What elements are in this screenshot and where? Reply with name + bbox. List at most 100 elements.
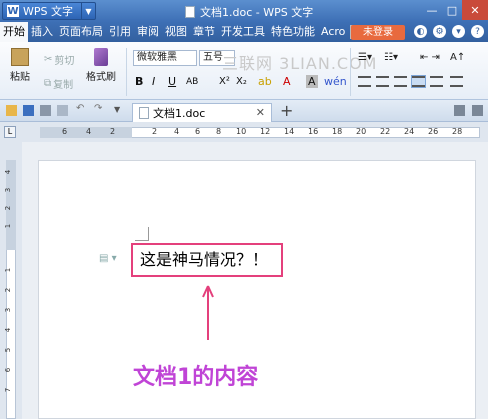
window-restore-icon[interactable]	[454, 105, 465, 116]
menu-view[interactable]: 视图	[162, 22, 190, 42]
superscript-icon[interactable]: X²	[219, 76, 230, 87]
ruler-tick: 10	[236, 127, 247, 136]
menu-review[interactable]: 审阅	[134, 22, 162, 42]
paste-button[interactable]: 粘贴	[10, 48, 30, 83]
vruler-tick: 2	[4, 205, 13, 211]
ruler-tick: 2	[110, 127, 116, 136]
align-left-icon[interactable]	[358, 76, 371, 87]
app-menu-button[interactable]: W WPS 文字 ▼	[2, 2, 96, 20]
help-icon[interactable]: ?	[471, 25, 484, 38]
tab-stop-icon[interactable]: L	[4, 126, 16, 138]
menu-home[interactable]: 开始	[0, 22, 28, 42]
scissors-icon: ✂	[44, 54, 53, 65]
shirt-icon[interactable]: ▾	[452, 25, 465, 38]
tab-document[interactable]: 文档1.doc ✕	[132, 103, 272, 122]
line-spacing-icon[interactable]	[450, 76, 463, 87]
maximize-icon[interactable]: □	[442, 0, 462, 20]
ruler-tick: 12	[260, 127, 271, 136]
vruler-tick: 3	[4, 307, 13, 313]
paragraph-handle-icon[interactable]: ▤ ▾	[99, 253, 117, 264]
menu-developer[interactable]: 开发工具	[218, 22, 268, 42]
annotation-label: 文档1的内容	[133, 365, 259, 390]
highlight-color-icon[interactable]: ab	[258, 75, 272, 88]
menu-bar: 开始 插入 页面布局 引用 审阅 视图 章节 开发工具 特色功能 Acro › …	[0, 22, 488, 42]
vruler-tick: 7	[4, 387, 13, 393]
format-painter-button[interactable]: 格式刷	[86, 48, 116, 83]
settings-icon[interactable]: ⚙	[433, 25, 446, 38]
numbering-icon[interactable]: ☷▾	[384, 52, 398, 63]
underline-icon[interactable]: U	[168, 75, 176, 88]
ruler-tick: 26	[428, 127, 439, 136]
phonetic-guide-icon[interactable]: wén	[324, 75, 347, 88]
chevron-down-icon[interactable]: ▼	[81, 3, 95, 19]
document-page[interactable]: ▤ ▾ 这是神马情况？！ 文档1的内容	[38, 160, 476, 419]
menu-chapter[interactable]: 章节	[190, 22, 218, 42]
ruler-tick: 28	[452, 127, 463, 136]
indent-icon[interactable]: ⇤ ⇥	[420, 52, 440, 63]
cut-label: 剪切	[54, 56, 75, 67]
redo-icon[interactable]: ↷	[94, 103, 105, 114]
strikethrough-icon[interactable]: AB	[186, 77, 198, 87]
window-controls: — □ ✕	[422, 0, 488, 20]
ribbon-separator	[126, 48, 127, 96]
document-icon	[139, 107, 149, 119]
new-tab-icon[interactable]: +	[280, 101, 293, 120]
vruler-tick: 1	[4, 223, 13, 229]
copy-icon: ⧉	[44, 78, 52, 89]
skin-icon[interactable]: ◐	[414, 25, 427, 38]
login-button[interactable]: 未登录	[351, 25, 405, 40]
wps-logo-icon: W	[7, 5, 19, 17]
window-close-doc-icon[interactable]	[472, 105, 483, 116]
char-shading-icon[interactable]: A	[306, 75, 318, 88]
close-tab-icon[interactable]: ✕	[256, 106, 265, 119]
document-text[interactable]: 这是神马情况？！	[131, 243, 283, 277]
vruler-tick: 2	[4, 287, 13, 293]
clipboard-icon	[11, 48, 29, 66]
ruler-tick: 18	[332, 127, 343, 136]
ruler-tick: 2	[152, 127, 158, 136]
ruler-tick: 24	[404, 127, 415, 136]
save-icon[interactable]	[23, 105, 34, 116]
menu-insert[interactable]: 插入	[28, 22, 56, 42]
font-color-icon[interactable]: A	[283, 75, 291, 88]
ruler-tick: 22	[380, 127, 391, 136]
menu-features[interactable]: 特色功能	[268, 22, 318, 42]
ruler-tick: 4	[174, 127, 180, 136]
subscript-icon[interactable]: X₂	[236, 76, 247, 87]
bold-icon[interactable]: B	[135, 75, 143, 88]
open-folder-icon[interactable]	[6, 105, 17, 116]
vruler-tick: 4	[4, 169, 13, 175]
align-right-icon[interactable]	[394, 76, 407, 87]
undo-icon[interactable]: ↶	[76, 103, 87, 114]
menu-acrobat[interactable]: Acro	[318, 22, 348, 42]
menu-icons: ◐ ⚙ ▾ ?	[414, 25, 484, 38]
cut-button[interactable]: ✂ 剪切	[44, 52, 74, 67]
ruler-tick: 14	[284, 127, 295, 136]
ribbon-separator	[350, 48, 351, 96]
menu-references[interactable]: 引用	[106, 22, 134, 42]
paste-label: 粘贴	[10, 72, 30, 83]
font-size-increase-icon[interactable]: A↑	[450, 52, 465, 63]
italic-icon[interactable]: I	[152, 75, 155, 88]
copy-label: 复制	[53, 80, 74, 91]
horizontal-ruler[interactable]: L 6 4 2 2 4 6 8 10 12 14 16 18 20 22 24 …	[0, 122, 488, 142]
copy-button[interactable]: ⧉ 复制	[44, 76, 73, 91]
font-name-select[interactable]: 微软雅黑	[133, 50, 197, 66]
window-title-text: 文档1.doc - WPS 文字	[200, 6, 314, 19]
vertical-ruler[interactable]: 4 3 2 1 1 2 3 4 5 6 7	[0, 142, 22, 419]
bullets-icon[interactable]: ☰▾	[358, 52, 372, 63]
close-icon[interactable]: ✕	[462, 0, 488, 20]
document-icon	[185, 6, 195, 18]
minimize-icon[interactable]: —	[422, 0, 442, 20]
distribute-icon[interactable]	[430, 76, 443, 87]
vruler-tick: 1	[4, 267, 13, 273]
quick-access-dropdown-icon[interactable]: ▼	[114, 105, 125, 116]
menu-page-layout[interactable]: 页面布局	[56, 22, 106, 42]
justify-icon[interactable]	[411, 75, 426, 88]
print-preview-icon[interactable]	[57, 105, 68, 116]
app-name: WPS 文字	[23, 5, 73, 18]
tab-bar: ↶ ↷ ▼ 文档1.doc ✕ +	[0, 100, 488, 122]
print-icon[interactable]	[40, 105, 51, 116]
align-center-icon[interactable]	[376, 76, 389, 87]
arrow-up-icon	[202, 285, 214, 340]
